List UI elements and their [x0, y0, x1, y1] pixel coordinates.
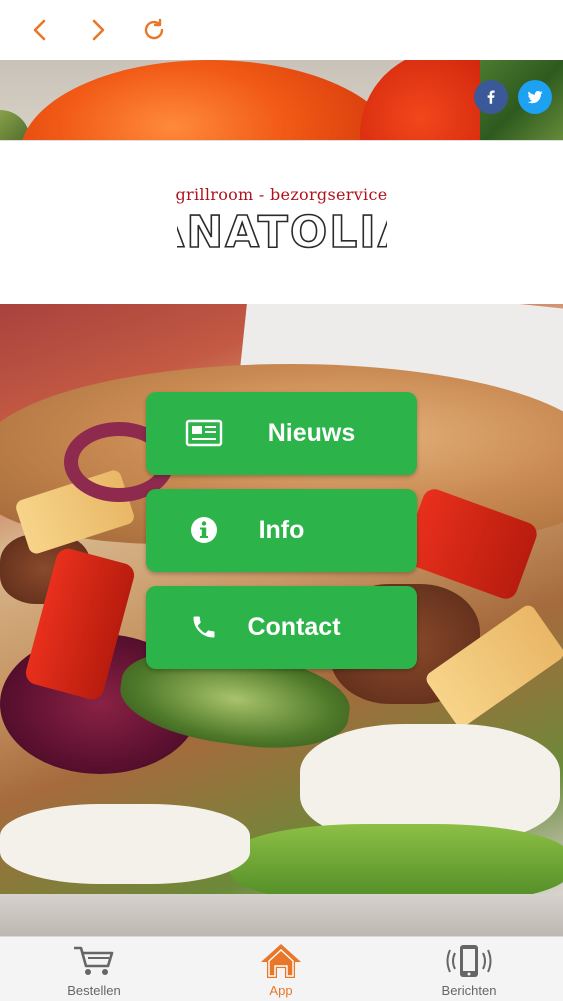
nieuws-button[interactable]: Nieuws: [146, 392, 417, 475]
phone-vibrate-icon: [399, 943, 539, 979]
back-button[interactable]: [24, 14, 58, 46]
facebook-button[interactable]: [474, 80, 508, 114]
top-nav-bar: [0, 0, 563, 60]
tab-app-label: App: [269, 983, 293, 998]
info-label: Info: [258, 516, 305, 544]
chevron-left-icon: [33, 19, 46, 41]
tab-bestellen-label: Bestellen: [67, 983, 121, 998]
banner-tomato: [20, 60, 400, 140]
header-banner-image: [0, 60, 563, 140]
forward-button[interactable]: [80, 14, 114, 46]
chevron-right-icon: [92, 19, 105, 41]
nieuws-label: Nieuws: [267, 419, 356, 447]
logo: ANATOLIA: [0, 205, 563, 262]
reload-icon: [144, 18, 164, 40]
home-icon: [211, 943, 351, 979]
tab-bestellen[interactable]: Bestellen: [24, 937, 164, 1001]
contact-label: Contact: [247, 613, 341, 641]
logo-title: ANATOLIA: [177, 207, 387, 257]
logo-wordmark: ANATOLIA: [149, 206, 412, 259]
logo-area: grillroom - bezorgservice ANATOLIA: [0, 140, 563, 305]
twitter-button[interactable]: [518, 80, 552, 114]
logo-subtitle: grillroom - bezorgservice: [175, 185, 388, 204]
twitter-icon: [527, 90, 543, 104]
reload-button[interactable]: [137, 14, 171, 46]
tab-berichten-label: Berichten: [441, 983, 497, 998]
info-button[interactable]: Info: [146, 489, 417, 572]
tab-berichten[interactable]: Berichten: [399, 937, 539, 1001]
cart-icon: [24, 943, 164, 979]
cabbage-strip: [0, 804, 250, 884]
bottom-tab-bar: Bestellen App Berichten: [0, 936, 563, 1001]
tab-app[interactable]: App: [211, 937, 351, 1001]
contact-button[interactable]: Contact: [146, 586, 417, 669]
plate: [0, 894, 563, 936]
facebook-icon: [487, 90, 495, 104]
lettuce: [230, 824, 563, 904]
